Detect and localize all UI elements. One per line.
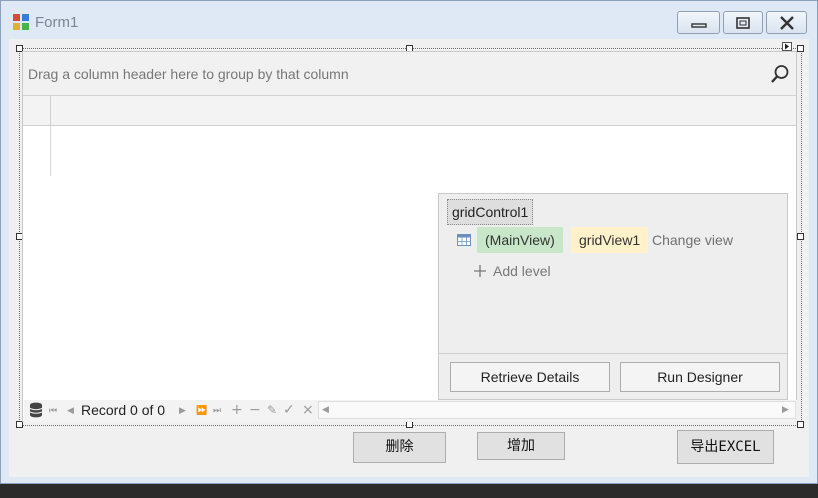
resize-handle[interactable] (16, 421, 23, 428)
first-record-icon[interactable]: ⏮ (49, 406, 57, 416)
control-name-label: gridControl1 (447, 199, 534, 225)
main-view-label[interactable]: (MainView) (477, 227, 563, 253)
next-page-icon[interactable]: ⏩ (196, 406, 207, 416)
window-title: Form1 (35, 14, 79, 31)
scroll-left-icon[interactable]: ◀ (322, 405, 329, 415)
maximize-icon (736, 16, 750, 29)
resize-handle[interactable] (797, 233, 804, 240)
resize-handle[interactable] (406, 421, 413, 428)
close-icon (779, 15, 794, 30)
taskbar-strip (0, 484, 818, 498)
panel-divider (439, 353, 787, 354)
column-header-row[interactable] (23, 96, 796, 126)
plus-icon (474, 265, 486, 277)
horizontal-scrollbar[interactable]: ◀ ▶ (318, 401, 796, 419)
last-record-icon[interactable]: ⏭ (213, 406, 221, 416)
run-designer-button[interactable]: Run Designer (620, 362, 780, 392)
next-record-icon[interactable]: ▶ (179, 406, 186, 416)
data-navigator: ⏮ ◀ Record 0 of 0 ▶ ⏩ ⏭ + − ✎ ✓ × ◀ ▶ (24, 400, 797, 422)
add-button[interactable]: 增加 (477, 432, 565, 460)
remove-record-icon[interactable]: − (249, 402, 261, 418)
resize-handle[interactable] (797, 421, 804, 428)
search-icon[interactable] (770, 64, 790, 84)
form-client-area: Drag a column header here to group by th… (9, 39, 809, 477)
resize-handle[interactable] (797, 45, 804, 52)
title-bar[interactable]: Form1 (1, 1, 817, 39)
edit-record-icon[interactable]: ✎ (267, 402, 277, 418)
change-view-link[interactable]: Change view (652, 227, 733, 253)
group-panel-text: Drag a column header here to group by th… (28, 66, 349, 82)
group-panel[interactable]: Drag a column header here to group by th… (23, 52, 796, 96)
export-excel-button[interactable]: 导出EXCEL (677, 430, 774, 464)
end-edit-icon[interactable]: ✓ (283, 402, 295, 418)
add-level-label: Add level (493, 263, 551, 279)
scroll-right-icon[interactable]: ▶ (782, 405, 789, 415)
database-icon (29, 402, 43, 418)
row-indicator-divider (50, 126, 51, 176)
minimize-button[interactable] (677, 11, 720, 34)
cancel-edit-icon[interactable]: × (302, 402, 314, 418)
grid-view-icon (457, 234, 471, 246)
form-window: Form1 Drag a column header here to group… (0, 0, 818, 484)
close-button[interactable] (766, 11, 807, 34)
append-record-icon[interactable]: + (231, 402, 243, 418)
minimize-icon (690, 22, 707, 28)
row-indicator-header (23, 96, 51, 125)
retrieve-details-button[interactable]: Retrieve Details (450, 362, 610, 392)
delete-button[interactable]: 删除 (353, 432, 446, 463)
smart-tag-panel: gridControl1 (MainView) gridView1 Change… (438, 193, 788, 400)
record-count-text: Record 0 of 0 (81, 402, 166, 418)
previous-record-icon[interactable]: ◀ (67, 406, 74, 416)
grid-view-label[interactable]: gridView1 (571, 227, 649, 253)
form-app-icon (13, 14, 29, 30)
smart-tag-glyph[interactable] (782, 42, 792, 51)
smart-tag-arrow-icon (785, 43, 789, 50)
maximize-button[interactable] (723, 11, 763, 34)
